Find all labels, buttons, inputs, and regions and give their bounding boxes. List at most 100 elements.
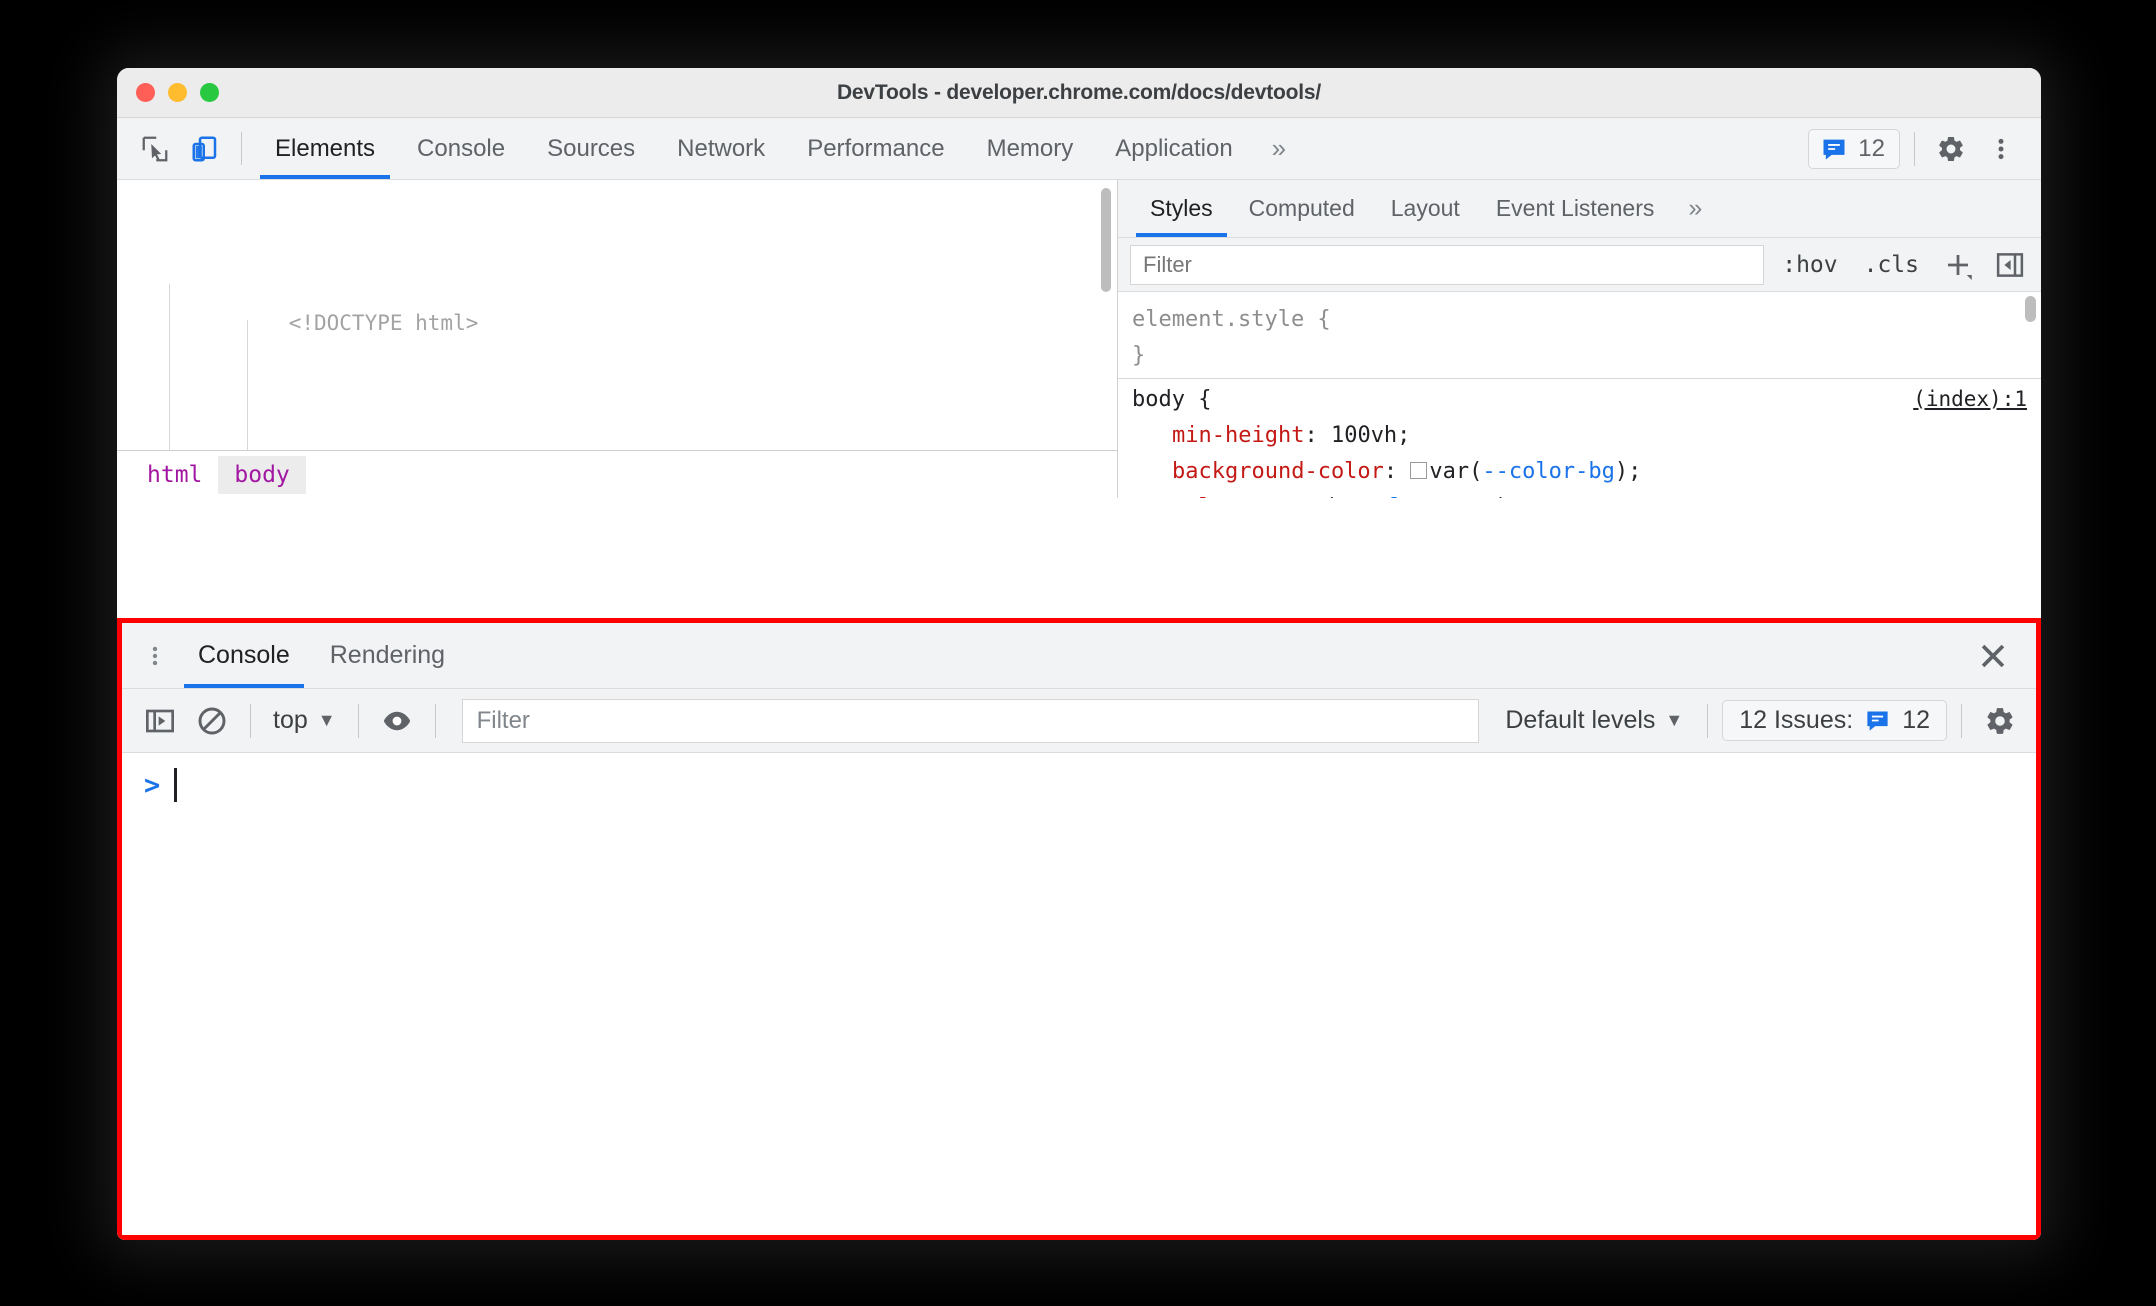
javascript-context-selector[interactable]: top ▼ [265,706,344,735]
tree-guide-line-2 [247,320,248,450]
computed-sidebar-toggle-button[interactable] [1989,250,2031,280]
dom-tree-scrollbar[interactable] [1101,188,1111,292]
styles-tabs: Styles Computed Layout Event Listeners » [1118,180,2041,238]
tab-application-label: Application [1115,134,1233,162]
tab-styles-label: Styles [1150,195,1213,221]
drawer-menu-button[interactable] [132,623,178,688]
rule-selector-element-style[interactable]: element.style { [1132,302,2027,338]
tab-network[interactable]: Network [656,118,786,179]
issues-badge-button[interactable]: 12 [1808,128,1900,169]
color-swatch-white[interactable] [1410,462,1428,479]
window-title: DevTools - developer.chrome.com/docs/dev… [836,80,1322,104]
panel-tabs: Elements Console Sources Network Perform… [254,118,1304,179]
breadcrumb-item-body[interactable]: body [218,455,306,494]
console-filter-input[interactable]: Filter [461,698,1480,743]
window-title-bar: DevTools - developer.chrome.com/docs/dev… [117,68,2041,118]
styles-pane: Styles Computed Layout Event Listeners »… [1118,180,2041,498]
declaration-name: background-color [1172,459,1384,484]
toggle-element-state-button[interactable]: :hov [1774,248,1845,282]
styles-more-tabs-button[interactable]: » [1672,180,1718,237]
declaration-min-height[interactable]: min-height: 100vh; [1132,418,2027,454]
close-drawer-button[interactable] [1950,623,2036,688]
element-classes-button[interactable]: .cls [1856,248,1927,282]
log-levels-selector[interactable]: Default levels ▼ [1495,706,1693,735]
toolbar-right-group: 12 [1808,118,2041,179]
issues-speech-bubble-icon [1867,711,1888,731]
css-var-link[interactable]: --color-text [1337,495,1496,498]
drawer-tab-console[interactable]: Console [178,623,310,688]
tab-event-listeners[interactable]: Event Listeners [1478,180,1673,237]
tab-memory[interactable]: Memory [966,118,1095,179]
console-output[interactable]: > [122,753,2036,1235]
dom-line-doctype[interactable]: <!DOCTYPE html> [117,266,1117,380]
console-toolbar-divider-5 [1961,703,1962,738]
declaration-color[interactable]: color: var(--color-text); [1132,490,2027,498]
declaration-value: 100vh; [1330,423,1411,448]
console-toolbar: top ▼ Filter Default levels ▼ 12 Issues:… [122,689,2036,753]
tab-sources-label: Sources [547,134,636,162]
styles-rules: element.style { } body { (index):1 min-h… [1118,292,2041,498]
new-style-rule-button[interactable] [1937,250,1979,280]
device-toolbar-icon [192,136,217,161]
kebab-menu-icon [1998,138,2004,159]
tab-elements[interactable]: Elements [254,118,396,179]
tab-network-label: Network [677,134,766,162]
main-toolbar: Elements Console Sources Network Perform… [117,118,2041,180]
declaration-name: color [1172,495,1238,498]
declaration-background-color[interactable]: background-color: var(--color-bg); [1132,454,2027,490]
rule-element-style[interactable]: element.style { } [1118,300,2041,379]
console-issues-button[interactable]: 12 Issues: 12 [1722,700,1947,741]
styles-filter-input[interactable]: Filter [1130,244,1765,285]
tab-performance-label: Performance [807,134,945,162]
dom-doctype-text: <!DOCTYPE html> [288,311,479,335]
kebab-menu-icon [152,646,158,665]
breadcrumb: html body [117,450,1117,498]
more-tabs-button[interactable]: » [1254,118,1304,179]
gear-icon [1939,136,1963,161]
devtools-window: DevTools - developer.chrome.com/docs/dev… [117,68,2041,1240]
clear-console-icon [198,707,226,734]
settings-button[interactable] [1929,127,1973,171]
dom-tree-pane[interactable]: <!DOCTYPE html> <html lang="en" data-coo… [117,180,1117,498]
styles-scrollbar[interactable] [2025,296,2036,322]
device-toolbar-button[interactable] [183,127,227,171]
text-cursor [174,768,178,802]
tab-console-label: Console [417,134,506,162]
tab-application[interactable]: Application [1094,118,1253,179]
tab-performance[interactable]: Performance [786,118,965,179]
plus-icon [1948,254,1972,280]
rule-body[interactable]: body { (index):1 min-height: 100vh; back… [1118,379,2041,498]
console-issues-label: 12 Issues: [1739,706,1854,734]
rule-close-element-style: } [1132,343,1146,368]
rule-origin-link[interactable]: (index):1 [1913,381,2027,417]
tab-layout[interactable]: Layout [1373,180,1478,237]
drawer-tab-rendering[interactable]: Rendering [310,623,465,688]
styles-toolbar: Filter :hov .cls [1118,238,2041,292]
issues-speech-bubble-icon [1823,139,1845,159]
toolbar-divider-2 [1914,131,1915,166]
console-sidebar-button[interactable] [136,697,184,745]
close-icon [1981,644,2005,667]
tab-computed[interactable]: Computed [1231,180,1373,237]
console-prompt[interactable]: > [122,753,2036,802]
console-sidebar-icon [146,709,174,732]
tab-computed-label: Computed [1248,195,1355,221]
breadcrumb-item-html[interactable]: html [131,456,218,494]
console-settings-button[interactable] [1976,697,2024,745]
rule-body-header: body { (index):1 [1132,381,2027,418]
inspect-element-button[interactable] [133,127,177,171]
clear-console-button[interactable] [188,697,236,745]
tab-sources[interactable]: Sources [526,118,656,179]
rule-selector-body[interactable]: body { [1132,382,1211,418]
issues-count: 12 [1858,134,1885,162]
tab-console[interactable]: Console [396,118,526,179]
css-var-link[interactable]: --color-bg [1482,459,1614,484]
drawer-tabs: Console Rendering [122,623,2036,689]
live-expression-button[interactable] [373,697,421,745]
elements-panel: <!DOCTYPE html> <html lang="en" data-coo… [117,180,2041,498]
console-filter-placeholder: Filter [476,706,530,734]
declaration-name: min-height [1172,423,1305,448]
tab-styles[interactable]: Styles [1132,180,1231,237]
main-menu-button[interactable] [1979,127,2023,171]
console-drawer: Console Rendering top ▼ Filter Default l… [117,618,2041,1240]
